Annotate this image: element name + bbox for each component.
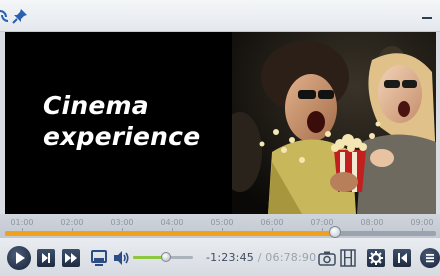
timeline-tick: 03:00 [110,218,134,227]
seek-bar-handle[interactable] [328,226,341,238]
film-strip-icon[interactable] [340,249,356,267]
timeline-tick: 08:00 [360,218,384,227]
gear-icon [369,251,383,265]
timeline-tick: 09:00 [410,218,434,227]
fast-forward-icon [65,253,77,263]
speaker-icon[interactable] [112,249,130,267]
timeline-tick: 02:00 [60,218,84,227]
skip-back-icon [398,253,407,263]
play-button[interactable] [7,246,31,270]
settings-button[interactable] [367,249,385,267]
cinema-audience-image [232,32,436,214]
seek-bar[interactable] [5,231,436,236]
timeline-tick: 04:00 [160,218,184,227]
title-bar [0,0,440,32]
video-title-line-1: Cinema [43,91,149,120]
timeline-tick: 07:00 [310,218,334,227]
previous-button[interactable] [393,249,411,267]
video-title-line-2: experience [43,122,201,151]
minimize-button[interactable] [420,9,434,21]
next-frame-icon [42,253,50,263]
timeline-tick: 05:00 [210,218,234,227]
video-area[interactable]: Cinema experience [5,32,436,214]
play-icon [16,252,25,264]
video-title-overlay: Cinema experience [43,90,200,152]
pin-icon[interactable] [12,8,28,24]
time-display: -1:23:45 / 06:78:90 [206,251,316,264]
seek-bar-progress [5,231,335,236]
menu-icon [426,254,434,263]
menu-button[interactable] [420,248,440,268]
volume-handle[interactable] [161,252,171,262]
fast-forward-button[interactable] [62,249,80,267]
camera-icon[interactable] [318,250,336,266]
time-separator: / [257,251,262,264]
timeline-tick: 06:00 [260,218,284,227]
time-duration: 06:78:90 [265,251,317,264]
step-forward-button[interactable] [37,249,55,267]
timeline-tick: 01:00 [10,218,34,227]
time-remaining: -1:23:45 [206,251,254,264]
sync-icon[interactable] [0,8,12,24]
screen-icon[interactable] [91,249,107,267]
